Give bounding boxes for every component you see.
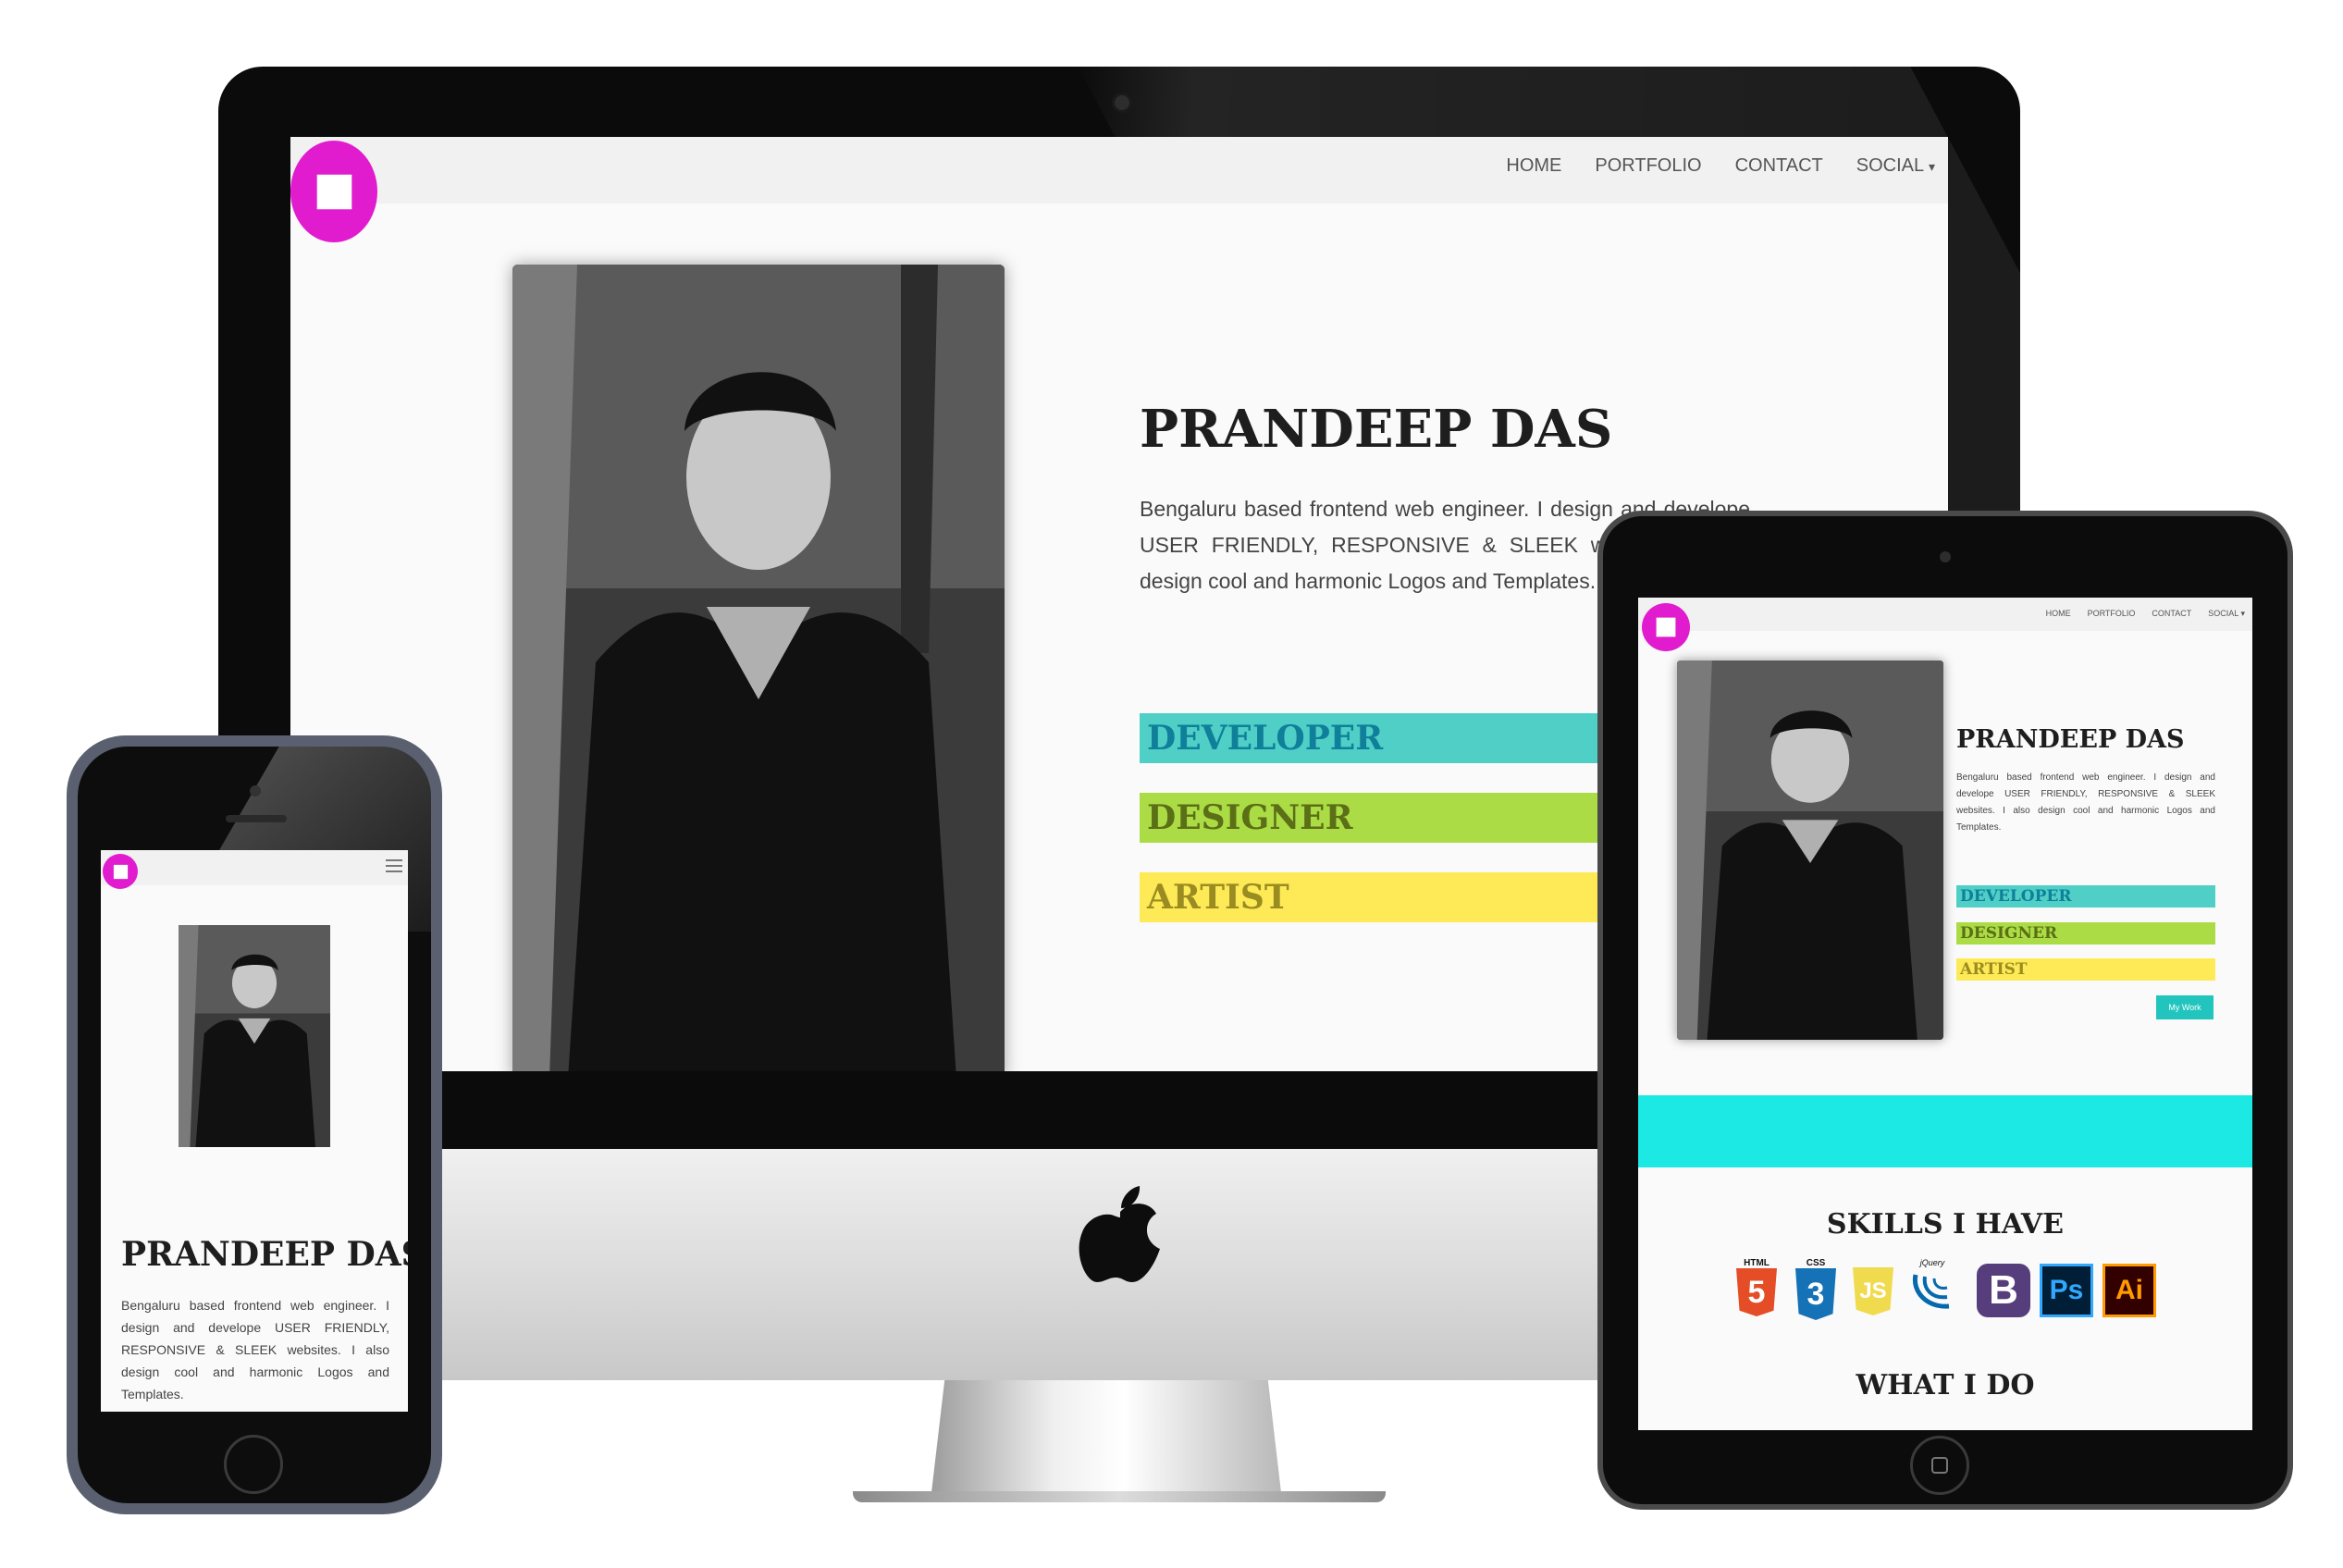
iphone-navbar: [101, 850, 408, 885]
ipad-navbar: HOME PORTFOLIO CONTACT SOCIAL ▾: [1638, 598, 2252, 631]
imac-stand: [931, 1380, 1282, 1500]
role-artist: ARTIST: [1140, 872, 1602, 922]
javascript-icon: JS: [1853, 1267, 1893, 1315]
ipad-screen: HOME PORTFOLIO CONTACT SOCIAL ▾ PRANDEEP…: [1638, 598, 2252, 1430]
accent-band: [1638, 1095, 2252, 1167]
logo-mark-icon: [113, 864, 128, 879]
what-i-do-title: WHAT I DO: [1856, 1369, 2035, 1401]
hero-bio: Bengaluru based frontend web engineer. I…: [121, 1298, 389, 1401]
role-designer: DESIGNER: [1140, 793, 1602, 843]
photoshop-icon: Ps: [2040, 1264, 2093, 1317]
nav-contact[interactable]: CONTACT: [2152, 609, 2191, 619]
skill-label: jQuery: [1919, 1258, 1945, 1267]
role-developer: DEVELOPER: [1956, 885, 2215, 907]
hamburger-menu-icon[interactable]: [386, 859, 402, 872]
role-developer: DEVELOPER: [1140, 713, 1602, 763]
hero-bio: Bengaluru based frontend web engineer. I…: [1956, 772, 2215, 833]
nav-home[interactable]: HOME: [1506, 155, 1561, 177]
nav-social[interactable]: SOCIAL ▾: [1856, 155, 1935, 177]
role-designer: DESIGNER: [1956, 922, 2215, 945]
imac-stand-foot: [853, 1491, 1386, 1502]
hero-name: PRANDEEP DAS: [1140, 399, 1613, 460]
nav-portfolio[interactable]: PORTFOLIO: [2088, 609, 2136, 619]
iphone-screen: PRANDEEP DAS Bengaluru based frontend we…: [101, 850, 408, 1412]
nav-social[interactable]: SOCIAL ▾: [2208, 609, 2245, 619]
iphone-camera: [250, 785, 261, 796]
profile-photo: [1677, 661, 1943, 1040]
skills-title: SKILLS I HAVE: [1826, 1208, 2065, 1241]
imac-camera: [1112, 93, 1132, 113]
logo-mark-icon: [1656, 617, 1676, 637]
ipad-camera: [1940, 551, 1951, 562]
html5-icon: HTML 5: [1734, 1258, 1779, 1321]
nav-portfolio[interactable]: PORTFOLIO: [1595, 155, 1701, 177]
nav-home[interactable]: HOME: [2046, 609, 2071, 619]
skill-label: HTML: [1744, 1258, 1770, 1268]
iphone-home-button[interactable]: [224, 1435, 283, 1494]
imac-navbar: HOME PORTFOLIO CONTACT SOCIAL ▾: [290, 137, 1948, 204]
hero-name: PRANDEEP DAS: [1956, 725, 2185, 754]
apple-logo-icon: [1079, 1186, 1162, 1288]
ipad-home-button[interactable]: [1910, 1436, 1969, 1495]
skill-shield: 3: [1795, 1268, 1836, 1320]
profile-photo: [179, 925, 330, 1147]
site-logo[interactable]: [103, 854, 138, 889]
skill-label: CSS: [1806, 1258, 1826, 1268]
hero-name: PRANDEEP DAS: [121, 1235, 408, 1274]
jquery-icon: jQuery: [1908, 1258, 1956, 1317]
css3-icon: CSS 3: [1794, 1258, 1838, 1323]
skill-shield: 5: [1736, 1268, 1777, 1316]
caret-down-icon: ▾: [1928, 159, 1935, 174]
my-work-button[interactable]: My Work: [2156, 995, 2214, 1019]
bootstrap-icon: B: [1977, 1264, 2030, 1317]
nav-contact[interactable]: CONTACT: [1735, 155, 1823, 177]
ipad: HOME PORTFOLIO CONTACT SOCIAL ▾ PRANDEEP…: [1597, 511, 2293, 1510]
role-artist: ARTIST: [1956, 958, 2215, 981]
caret-down-icon: ▾: [2240, 609, 2245, 618]
illustrator-icon: Ai: [2103, 1264, 2156, 1317]
iphone-body: PRANDEEP DAS Bengaluru based frontend we…: [78, 747, 431, 1503]
iphone: PRANDEEP DAS Bengaluru based frontend we…: [67, 735, 442, 1514]
logo-mark-icon: [316, 174, 351, 209]
site-logo[interactable]: [290, 141, 377, 242]
home-square-icon: [1931, 1457, 1948, 1474]
skills-row: HTML 5 CSS 3 JS jQuery B Ps Ai: [1734, 1258, 2178, 1323]
site-logo[interactable]: [1642, 603, 1690, 651]
profile-photo: [512, 265, 1005, 1071]
iphone-speaker: [226, 815, 287, 822]
jquery-swirl-icon: [1912, 1274, 1950, 1309]
